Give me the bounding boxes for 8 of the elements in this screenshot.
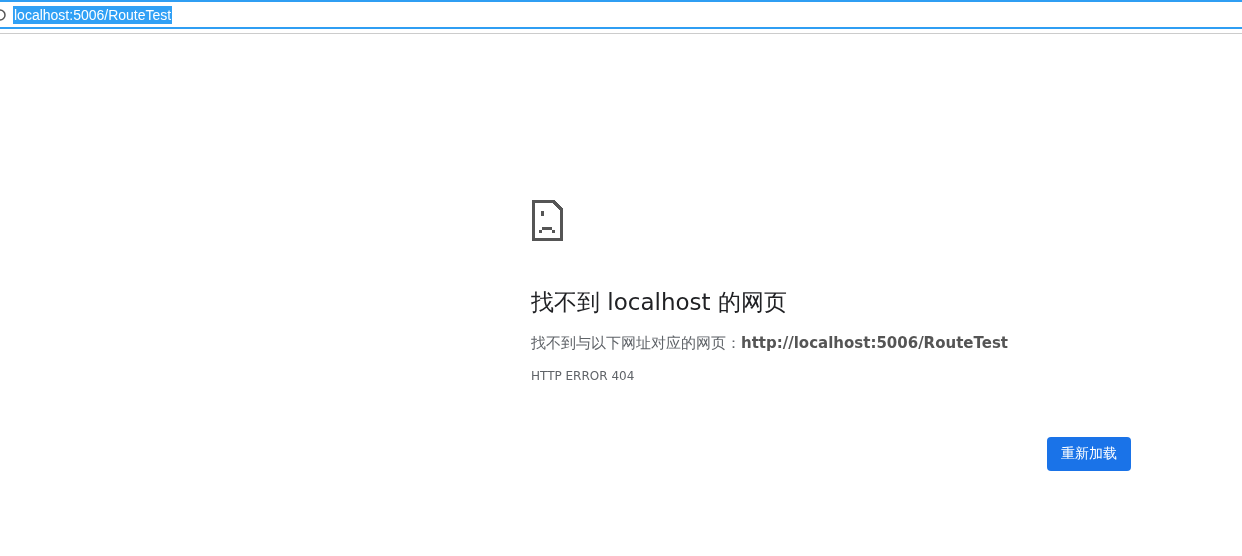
address-bar[interactable]: localhost:5006/RouteTest bbox=[0, 0, 1242, 29]
error-heading: 找不到 localhost 的网页 bbox=[531, 288, 788, 317]
reload-button[interactable]: 重新加载 bbox=[1047, 437, 1131, 471]
sad-page-icon bbox=[531, 199, 563, 241]
error-message: 找不到与以下网址对应的网页：http://localhost:5006/RouteTest bbox=[531, 333, 1009, 353]
url-text: localhost:5006/RouteTest bbox=[13, 5, 173, 24]
info-icon bbox=[0, 7, 6, 22]
error-code: HTTP ERROR 404 bbox=[531, 369, 636, 383]
